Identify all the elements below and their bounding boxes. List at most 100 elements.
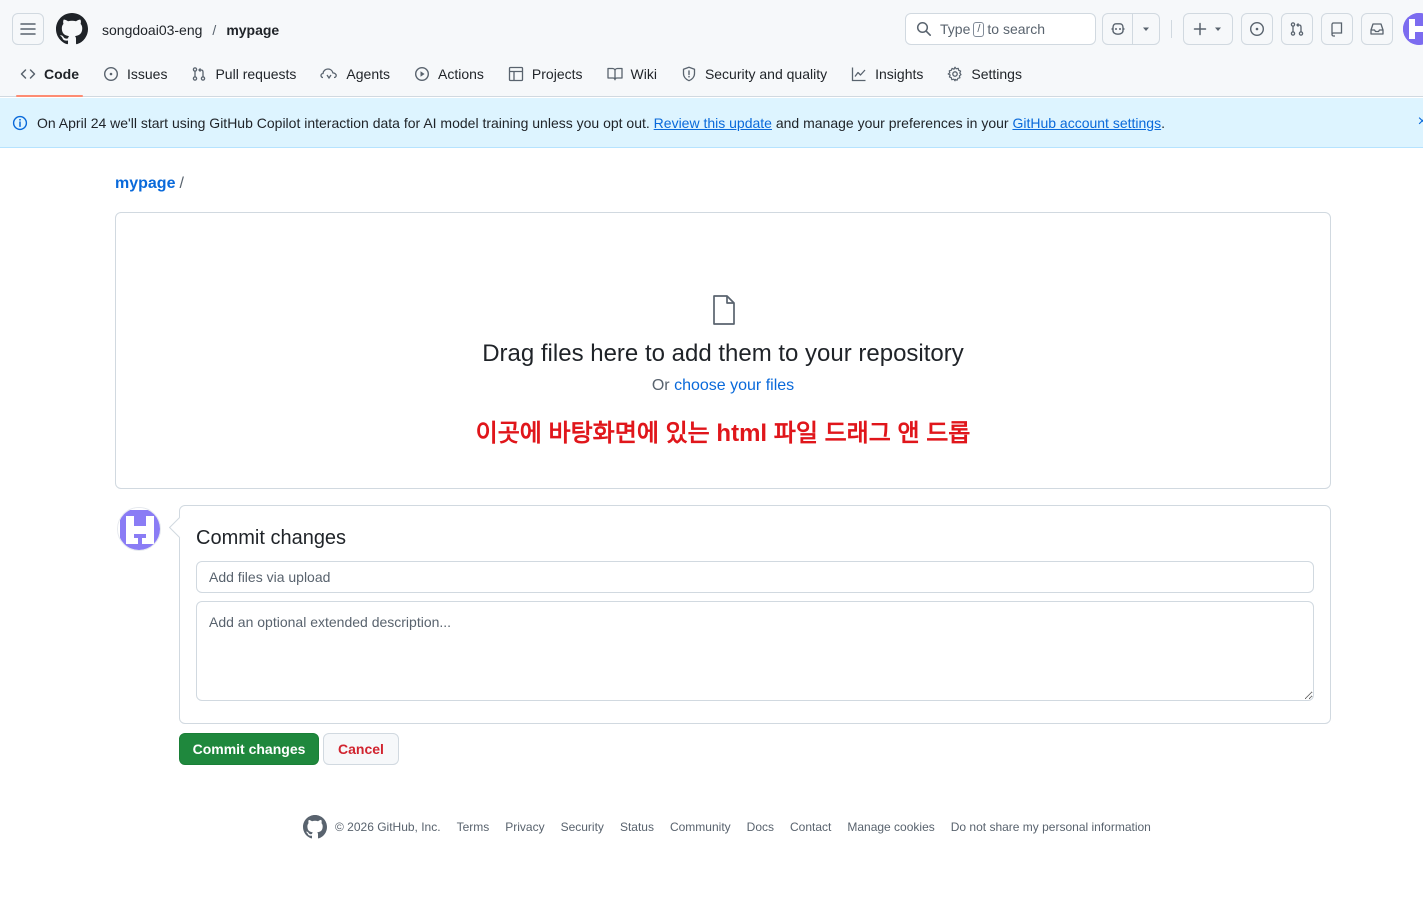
- tab-label: Settings: [971, 66, 1022, 82]
- tab-wiki[interactable]: Wiki: [599, 57, 665, 91]
- footer-link-do-not-share[interactable]: Do not share my personal information: [951, 820, 1151, 834]
- repo-icon: [1331, 22, 1343, 37]
- copilot-data-banner: On April 24 we'll start using GitHub Cop…: [0, 98, 1423, 148]
- avatar-identicon-icon: [118, 508, 160, 550]
- create-new-button[interactable]: [1183, 13, 1233, 45]
- committer-avatar: [117, 507, 161, 551]
- banner-text-after: .: [1161, 114, 1165, 131]
- tab-projects[interactable]: Projects: [500, 57, 591, 91]
- header-divider: [1171, 20, 1172, 38]
- commit-title: Commit changes: [196, 527, 347, 549]
- commit-changes-button[interactable]: Commit changes: [179, 733, 319, 765]
- inbox-button[interactable]: [1361, 13, 1393, 45]
- footer-link-docs[interactable]: Docs: [747, 820, 774, 834]
- book-icon: [606, 67, 623, 81]
- commit-description-textarea[interactable]: [196, 601, 1314, 701]
- pull-requests-button[interactable]: [1281, 13, 1313, 45]
- tab-label: Agents: [346, 66, 390, 82]
- footer-copyright: © 2026 GitHub, Inc.: [335, 820, 441, 834]
- dropzone-annotation: 이곳에 바탕화면에 있는 html 파일 드래그 앤 드롭: [475, 420, 971, 447]
- footer-link-security[interactable]: Security: [561, 820, 604, 834]
- file-path-breadcrumb: mypage /: [115, 175, 184, 193]
- tab-label: Insights: [875, 66, 924, 82]
- copilot-button[interactable]: [1103, 14, 1134, 44]
- tab-label: Actions: [438, 66, 484, 82]
- footer-link-status[interactable]: Status: [620, 820, 654, 834]
- file-icon: [713, 295, 735, 325]
- repo-breadcrumb: songdoai03-eng / mypage: [102, 20, 279, 40]
- user-avatar[interactable]: [1403, 13, 1423, 45]
- file-drop-zone[interactable]: Drag files here to add them to your repo…: [115, 212, 1331, 489]
- dropzone-title: Drag files here to add them to your repo…: [482, 340, 964, 367]
- footer-link-manage-cookies[interactable]: Manage cookies: [847, 820, 934, 834]
- issue-opened-icon: [1249, 21, 1265, 37]
- tab-insights[interactable]: Insights: [843, 57, 931, 91]
- play-icon: [414, 66, 430, 82]
- footer-link-terms[interactable]: Terms: [457, 820, 490, 834]
- triangle-down-icon: [1143, 27, 1150, 31]
- search-prefix: Type: [940, 21, 971, 37]
- github-footer-logo-icon[interactable]: [303, 815, 327, 839]
- code-icon: [20, 69, 36, 79]
- issue-opened-icon: [103, 66, 119, 82]
- tab-settings[interactable]: Settings: [939, 57, 1030, 91]
- repositories-button[interactable]: [1321, 13, 1353, 45]
- breadcrumb-separator: /: [212, 22, 217, 38]
- tab-label: Projects: [531, 66, 583, 82]
- copilot-icon: [1111, 23, 1125, 35]
- tab-security-and-quality[interactable]: Security and quality: [673, 57, 835, 91]
- footer-link-privacy[interactable]: Privacy: [505, 820, 544, 834]
- tab-pull-requests[interactable]: Pull requests: [183, 57, 304, 91]
- copilot-menu-button[interactable]: [1133, 14, 1159, 44]
- git-pull-request-icon: [1290, 22, 1304, 36]
- tab-agents[interactable]: Agents: [312, 57, 398, 91]
- dropzone-subtitle: Or choose your files: [116, 377, 1330, 395]
- tab-label: Issues: [127, 66, 168, 82]
- review-update-link[interactable]: Review this update: [654, 115, 772, 131]
- choose-files-link[interactable]: choose your files: [674, 377, 794, 394]
- tab-label: Pull requests: [215, 66, 297, 82]
- repo-link[interactable]: mypage: [226, 22, 279, 38]
- banner-text-middle: and manage your preferences in your: [775, 114, 1009, 131]
- inbox-icon: [1370, 23, 1384, 35]
- cancel-button[interactable]: Cancel: [323, 733, 399, 765]
- repo-navigation: Code Issues Pull requests Agents Actions…: [0, 57, 1034, 97]
- banner-text-before: On April 24 we'll start using GitHub Cop…: [37, 114, 650, 131]
- agent-icon: [320, 68, 338, 80]
- search-shortcut-key: /: [973, 21, 985, 37]
- tab-label: Wiki: [630, 66, 657, 82]
- github-logo-icon[interactable]: [56, 13, 88, 45]
- issues-button[interactable]: [1241, 13, 1273, 45]
- gear-icon: [947, 66, 962, 82]
- git-pull-request-icon: [193, 67, 206, 81]
- tab-label: Security and quality: [704, 66, 828, 82]
- table-icon: [508, 66, 524, 82]
- dropzone-or-text: Or: [651, 377, 670, 394]
- banner-close-icon[interactable]: ×: [1418, 113, 1423, 131]
- owner-link[interactable]: songdoai03-eng: [102, 22, 202, 38]
- repo-root-link[interactable]: mypage: [115, 175, 175, 193]
- app-header: songdoai03-eng / mypage Type / to search: [0, 0, 1423, 97]
- path-separator: /: [179, 175, 184, 192]
- copilot-button-group: [1102, 13, 1160, 45]
- tab-actions[interactable]: Actions: [406, 57, 492, 91]
- menu-button[interactable]: [12, 13, 44, 45]
- search-icon: [916, 21, 931, 36]
- tab-code[interactable]: Code: [12, 57, 87, 97]
- account-settings-link[interactable]: GitHub account settings: [1012, 115, 1161, 131]
- avatar-identicon-icon: [1403, 13, 1423, 45]
- tab-label: Code: [44, 66, 79, 82]
- hamburger-icon: [20, 23, 36, 35]
- plus-icon: [1193, 22, 1207, 36]
- search-suffix: to search: [987, 21, 1046, 37]
- footer-link-contact[interactable]: Contact: [790, 820, 831, 834]
- commit-summary-input[interactable]: [196, 561, 1314, 593]
- tab-issues[interactable]: Issues: [95, 57, 175, 91]
- footer-link-community[interactable]: Community: [670, 820, 731, 834]
- search-input[interactable]: Type / to search: [905, 13, 1096, 45]
- commit-form: Commit changes: [179, 505, 1331, 724]
- site-footer: © 2026 GitHub, Inc. Terms Privacy Securi…: [303, 815, 1151, 839]
- triangle-down-icon: [1215, 27, 1221, 31]
- info-icon: [12, 115, 28, 130]
- shield-icon: [682, 66, 696, 82]
